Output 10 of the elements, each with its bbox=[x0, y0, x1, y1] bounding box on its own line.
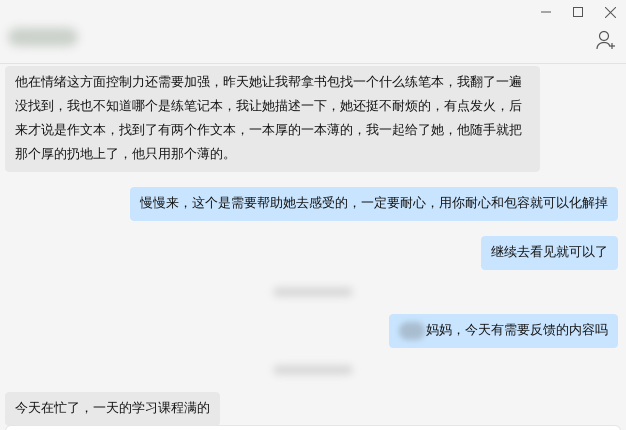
message-bubble: 妈妈，今天有需要反馈的内容吗 bbox=[389, 314, 618, 348]
message-bubble: 慢慢来，这个是需要帮助她去感受的，一定要耐心，用你耐心和包容就可以化解掉 bbox=[130, 187, 618, 221]
add-person-icon[interactable] bbox=[596, 30, 618, 50]
maximize-icon[interactable] bbox=[573, 7, 583, 17]
message-bubble: 他在情绪这方面控制力还需要加强，昨天她让我帮拿书包找一个什么练笔本，我翻了一遍没找到，我也不知道哪个是练笔记本，我让她描述一下，她还挺不耐烦的，有点发火，后来才说是作文本，找到了有两个作文本，一本厚的一本薄的，我一起给了她，他随手就把那个厚的扔地上了，他只用那个薄的。 bbox=[5, 66, 540, 172]
minimize-icon[interactable] bbox=[541, 11, 551, 13]
message-bubble: 继续去看见就可以了 bbox=[481, 236, 618, 270]
message-bubble: 今天在忙了，一天的学习课程满的 bbox=[5, 392, 220, 426]
close-icon[interactable] bbox=[605, 6, 616, 18]
blurred-title-icon bbox=[8, 28, 78, 46]
